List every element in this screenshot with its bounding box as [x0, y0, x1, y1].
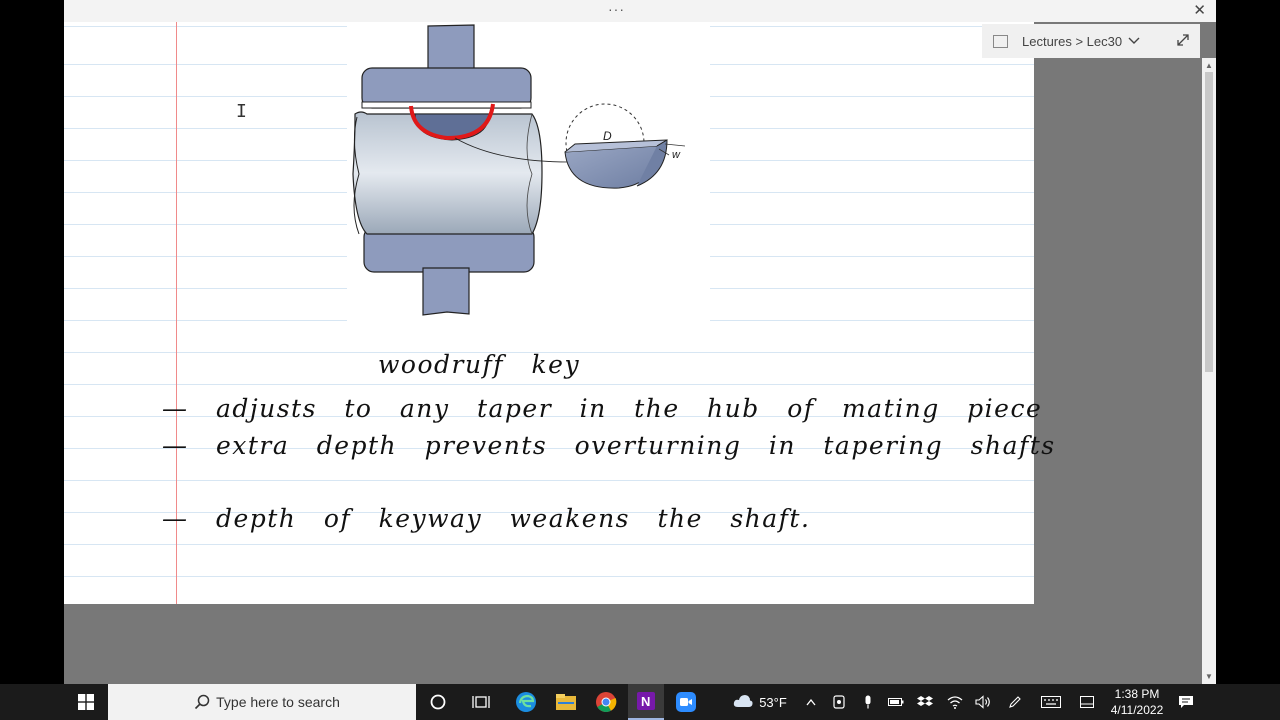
- label-w: w: [672, 149, 681, 161]
- scrollbar-thumb[interactable]: [1205, 72, 1213, 372]
- clock[interactable]: 1:38 PM 4/11/2022: [1104, 686, 1170, 718]
- search-placeholder[interactable]: Type here to search: [216, 694, 340, 710]
- weather-temperature: 53°F: [759, 694, 787, 710]
- chevron-down-icon[interactable]: [1128, 37, 1140, 45]
- handwritten-note-line: — adjusts to any taper in the hub of mat…: [162, 394, 1043, 423]
- pen-icon[interactable]: [1004, 684, 1026, 720]
- woodruff-key-diagram: D w: [347, 22, 710, 322]
- expand-icon[interactable]: [1176, 33, 1190, 47]
- handwritten-note-line: — extra depth prevents overturning in ta…: [162, 431, 1056, 460]
- weather-widget[interactable]: 53°F: [730, 684, 790, 720]
- notebook-icon: [993, 34, 1008, 48]
- handwritten-note-line: — depth of keyway weakens the shaft.: [162, 504, 811, 533]
- scroll-up-icon[interactable]: ▲: [1205, 61, 1213, 70]
- notification-icon[interactable]: [1174, 684, 1198, 720]
- text-cursor-icon: I: [236, 101, 247, 122]
- breadcrumb[interactable]: Lectures > Lec30: [982, 24, 1200, 58]
- handwritten-title: woodruff key: [378, 350, 581, 379]
- note-page[interactable]: I D w woodruff key — adjusts to any tape…: [64, 22, 1054, 604]
- hub-top-stem: [427, 24, 475, 71]
- dropbox-icon[interactable]: [914, 684, 936, 720]
- chrome-icon[interactable]: [590, 684, 622, 720]
- windows-start-icon[interactable]: [68, 684, 104, 720]
- clock-time: 1:38 PM: [1114, 687, 1160, 701]
- cortana-icon[interactable]: [424, 684, 452, 720]
- battery-icon[interactable]: [886, 684, 906, 720]
- more-options-icon[interactable]: ···: [608, 1, 625, 17]
- desktop-icon[interactable]: [1076, 684, 1098, 720]
- clock-date: 4/11/2022: [1110, 703, 1164, 717]
- microphone-icon[interactable]: [860, 684, 876, 720]
- edge-browser-icon[interactable]: [510, 684, 542, 720]
- cloud-icon: [733, 694, 753, 711]
- scroll-down-icon[interactable]: ▼: [1205, 672, 1213, 681]
- chevron-up-icon[interactable]: [802, 684, 820, 720]
- wifi-icon[interactable]: [944, 684, 966, 720]
- vertical-scrollbar[interactable]: ▲ ▼: [1202, 58, 1216, 684]
- title-bar: ··· ✕: [64, 0, 1216, 22]
- onenote-icon[interactable]: N: [628, 684, 664, 720]
- search-icon: [194, 694, 210, 710]
- volume-icon[interactable]: [972, 684, 994, 720]
- tray-app-icon[interactable]: [830, 684, 848, 720]
- touch-keyboard-icon[interactable]: [1038, 684, 1064, 720]
- zoom-icon[interactable]: [670, 684, 702, 720]
- close-button[interactable]: ✕: [1193, 1, 1206, 19]
- taskbar: Type here to search N 53°F 1:38 PM 4/11/…: [0, 684, 1280, 720]
- svg-text:N: N: [641, 694, 650, 709]
- taskbar-search-box[interactable]: Type here to search: [108, 684, 416, 720]
- label-d: D: [603, 129, 612, 143]
- onenote-window: ··· ✕ I D w woodruff key — adjusts to an…: [64, 0, 1216, 684]
- hub-bottom-stem: [422, 267, 470, 316]
- task-view-icon[interactable]: [466, 684, 496, 720]
- breadcrumb-text[interactable]: Lectures > Lec30: [1022, 34, 1122, 49]
- file-explorer-icon[interactable]: [550, 684, 582, 720]
